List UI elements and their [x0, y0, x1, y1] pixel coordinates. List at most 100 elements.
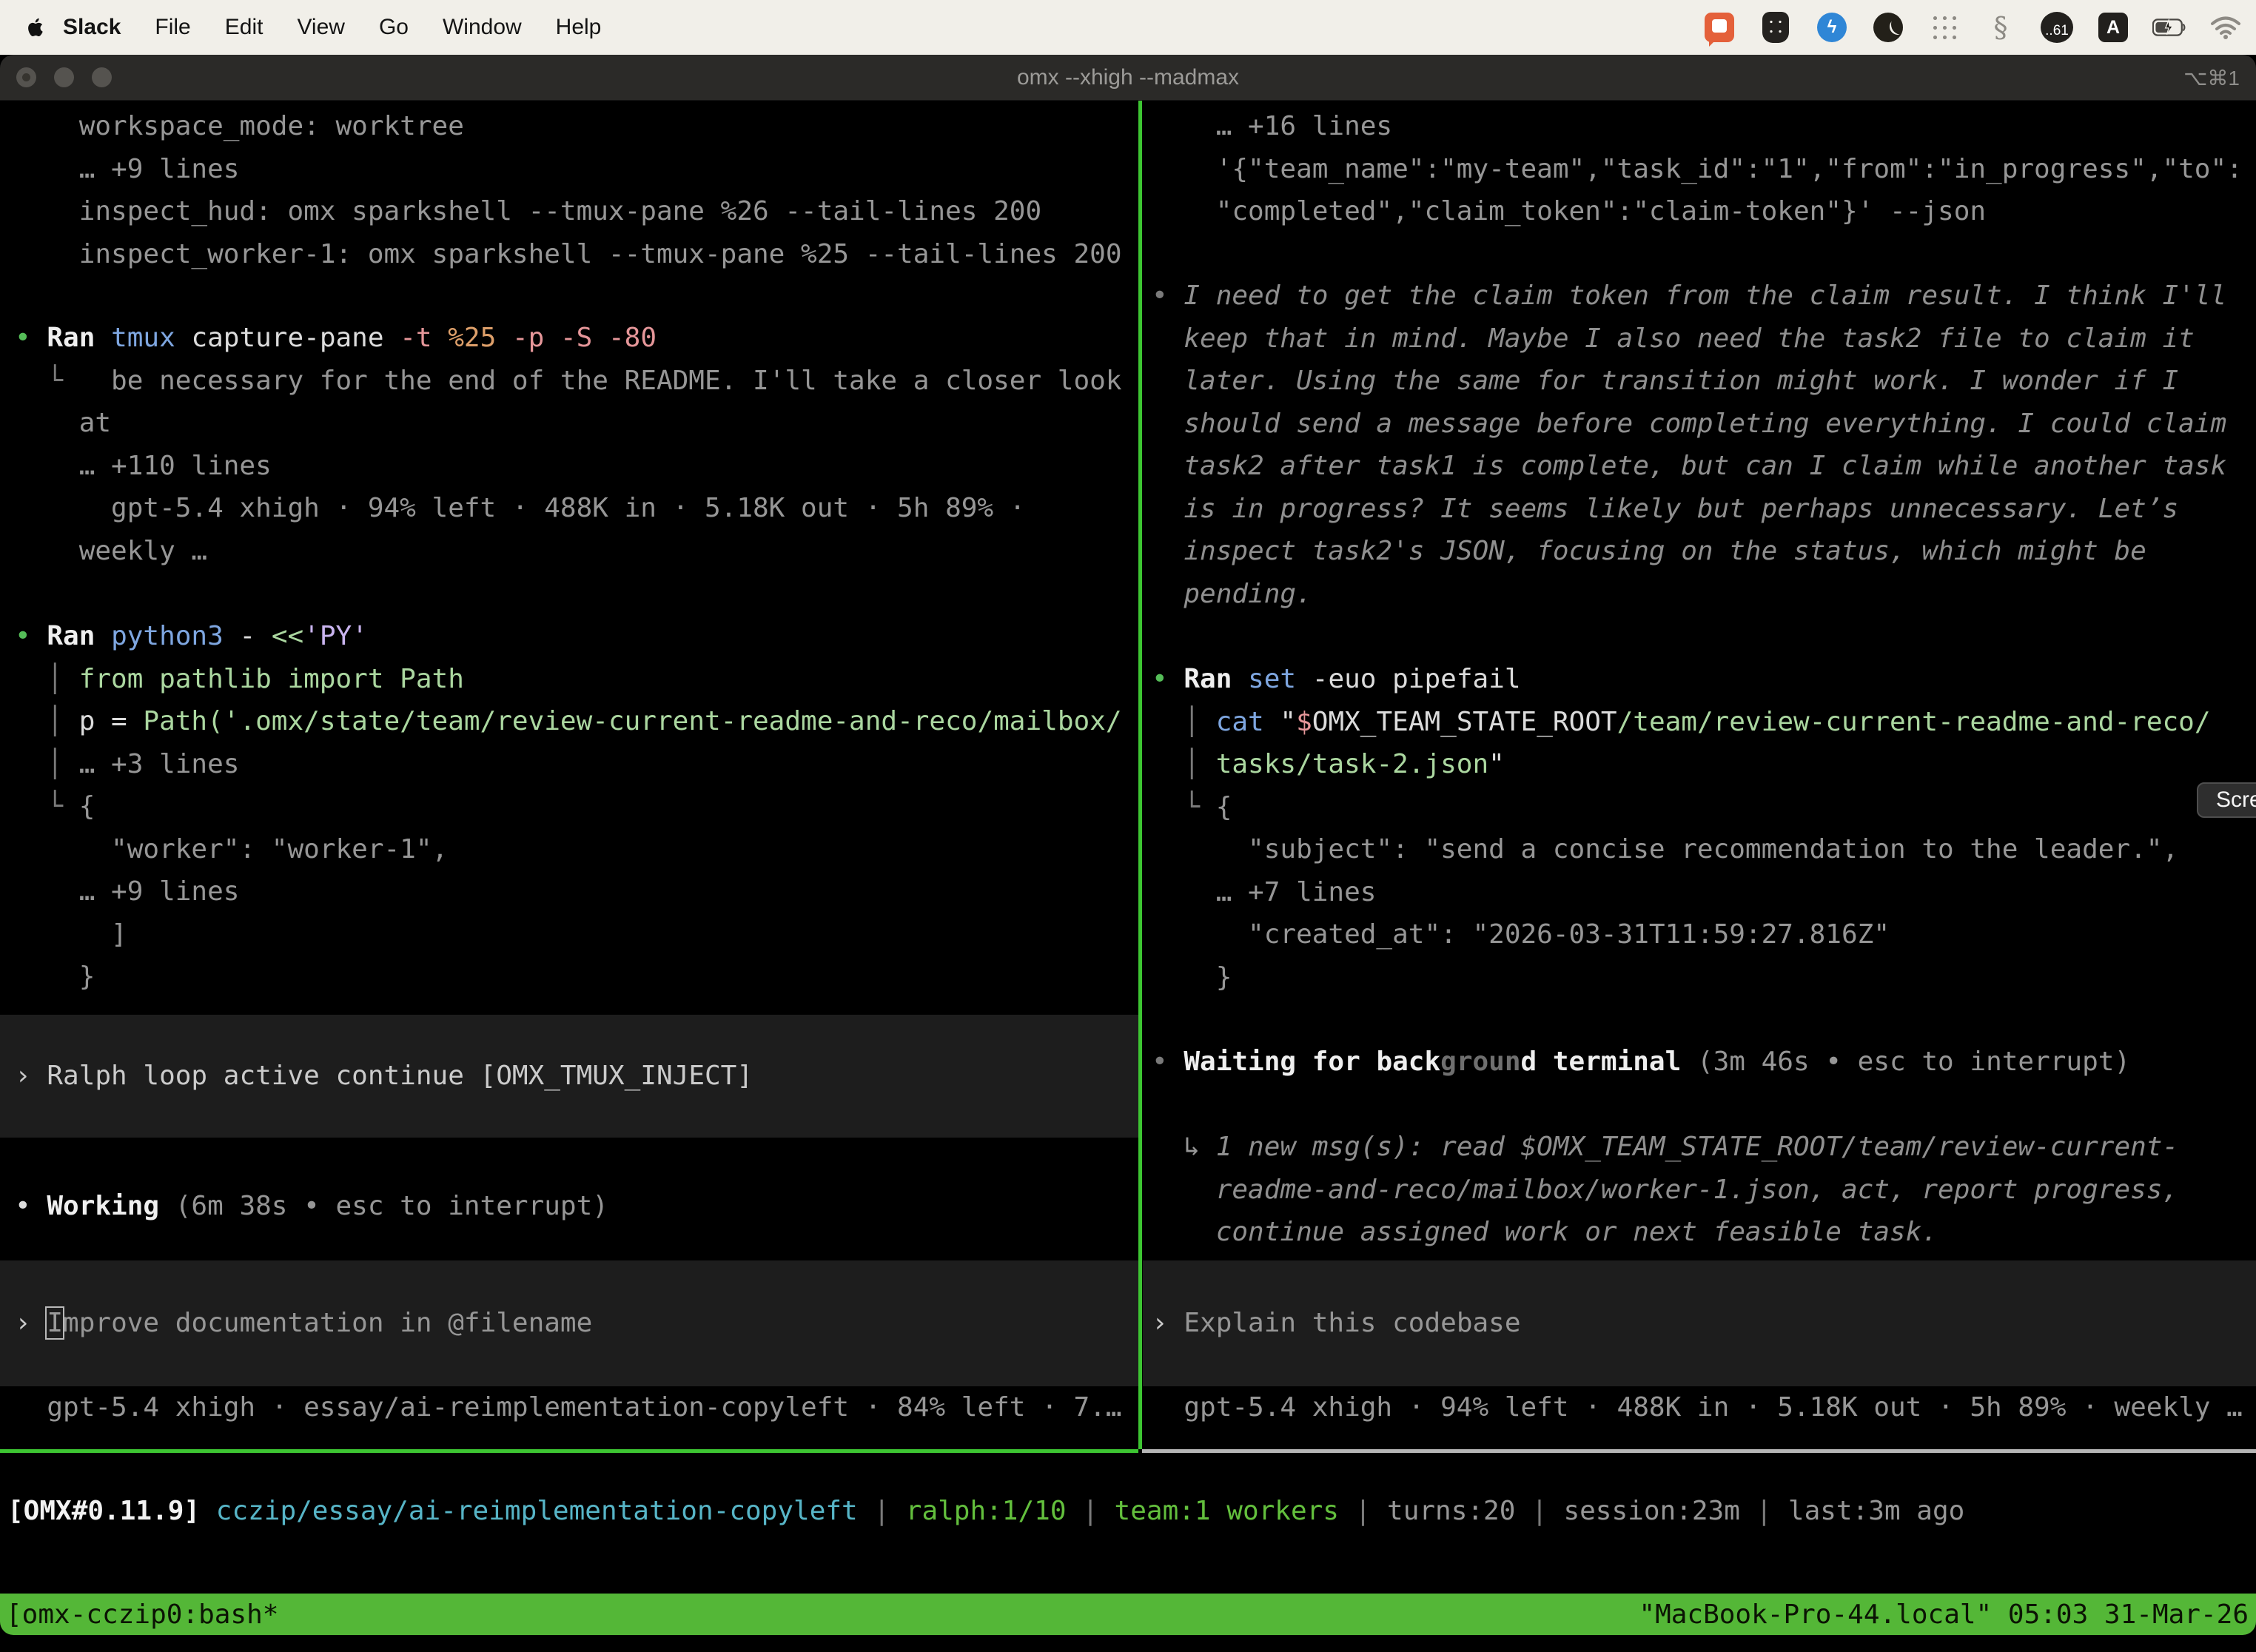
menu-item-go[interactable]: Go	[362, 0, 426, 55]
terminal-text-segment: "created_at": "2026-03-31T11:59:27.816Z"	[1152, 919, 1890, 950]
terminal-line: └ {	[0, 785, 1138, 828]
apple-menu-icon[interactable]	[27, 16, 46, 38]
screenshot-tooltip: Scre	[2197, 782, 2256, 818]
window-title: omx --xhigh --madmax	[0, 55, 2256, 101]
terminal-text-segment: readme-and-reco/mailbox/worker-1.json, a…	[1152, 1175, 2178, 1205]
terminal-text-segment: (3m 46s • esc to interrupt)	[1697, 1047, 2130, 1077]
tmux-status-bar: [omx-cczip0:bash* "MacBook-Pro-44.local"…	[0, 1594, 2256, 1635]
terminal-text-segment: tasks/task-2.json	[1216, 749, 1488, 779]
terminal-text-segment: Waiting for back	[1184, 1047, 1440, 1077]
terminal-text-segment: ›	[15, 1061, 47, 1091]
terminal-text-segment: OMX_TEAM_STATE_ROOT	[1312, 707, 1617, 737]
terminal-line: inspect_hud: omx sparkshell --tmux-pane …	[0, 190, 1138, 233]
menu-item-view[interactable]: View	[280, 0, 361, 55]
terminal-line: • Waiting for background terminal (3m 46…	[1143, 1041, 2256, 1084]
terminal-text-segment: }	[1152, 962, 1232, 993]
terminal-text-segment: 'PY'	[303, 621, 368, 651]
terminal-text-segment: should send a message before completing …	[1152, 409, 2226, 439]
menu-item-edit[interactable]: Edit	[208, 0, 281, 55]
menu-item-window[interactable]: Window	[426, 0, 539, 55]
terminal-text-segment: gpt-5.4 xhigh · 94% left · 488K in · 5.1…	[1152, 1392, 2243, 1423]
terminal-line: │ … +3 lines	[0, 743, 1138, 786]
output-block: • Ran tmux capture-pane -t %25 -p -S -80…	[0, 317, 1138, 572]
terminal-text-segment: -euo pipefail	[1312, 664, 1521, 694]
input-band[interactable]: › Improve documentation in @filename	[0, 1260, 1138, 1386]
terminal-line: }	[1143, 956, 2256, 999]
terminal-line: keep that in mind. Maybe I also need the…	[1143, 318, 2256, 360]
terminal-line: at	[0, 402, 1138, 445]
terminal-text-segment: keep that in mind. Maybe I also need the…	[1152, 323, 2195, 354]
wifi-icon[interactable]	[2209, 10, 2243, 44]
menu-item-help[interactable]: Help	[539, 0, 619, 55]
terminal-text-segment: Explain this codebase	[1184, 1308, 1520, 1338]
terminal-text-segment: •	[1152, 1047, 1184, 1077]
tmux-host-clock-label: "MacBook-Pro-44.local" 05:03 31-Mar-26	[1639, 1599, 2250, 1630]
terminal-text-segment: Ran	[1184, 664, 1248, 694]
terminal-text-segment: groun	[1440, 1047, 1520, 1077]
terminal-line: gpt-5.4 xhigh · 94% left · 488K in · 5.1…	[1143, 1386, 2256, 1429]
terminal-text-segment: … +7 lines	[1152, 877, 1376, 907]
terminal-line: pending.	[1143, 573, 2256, 616]
terminal-line: "subject": "send a concise recommendatio…	[1143, 828, 2256, 871]
terminal-text-segment: •	[15, 323, 47, 353]
tmux-session-label[interactable]: [omx-cczip0:bash*	[6, 1599, 278, 1630]
terminal-text-segment: │	[1152, 749, 1216, 779]
terminal-text-segment: %25	[448, 323, 512, 353]
terminal-text-segment: "worker": "worker-1",	[15, 834, 448, 864]
terminal-text-segment: Path('.omx/state/team/review-current-rea…	[143, 706, 1121, 736]
hud-segment: |	[1531, 1496, 1563, 1526]
terminal-line: └ be necessary for the end of the README…	[0, 360, 1138, 403]
terminal-text-segment: inspect_hud: omx sparkshell --tmux-pane …	[15, 196, 1041, 226]
dots-grid-icon[interactable]	[1927, 10, 1961, 44]
terminal-text-segment: -p	[512, 323, 560, 353]
window-titlebar[interactable]: omx --xhigh --madmax ⌥⌘1	[0, 55, 2256, 101]
terminal-text-segment: •	[15, 1191, 47, 1221]
input-band[interactable]: › Explain this codebase	[1143, 1260, 2256, 1386]
terminal-text-segment: •	[1152, 664, 1184, 694]
terminal-text-segment: '{"team_name":"my-team","task_id":"1","f…	[1152, 154, 2243, 184]
battery-charging-icon[interactable]	[2152, 10, 2186, 44]
chat-app-icon[interactable]	[1702, 10, 1736, 44]
terminal-text-segment: │	[15, 706, 79, 736]
terminal-line: should send a message before completing …	[1143, 403, 2256, 446]
dark-crescent-icon[interactable]	[1871, 10, 1905, 44]
terminal-text-segment: python3	[111, 621, 239, 651]
squiggle-icon[interactable]: §	[1984, 10, 2018, 44]
menu-item-file[interactable]: File	[138, 0, 207, 55]
terminal-line: › Explain this codebase	[1143, 1302, 2256, 1345]
terminal-text-segment: cat	[1216, 707, 1280, 737]
input-band[interactable]: › Ralph loop active continue [OMX_TMUX_I…	[0, 1015, 1138, 1138]
output-block: • Ran set -euo pipefail │ cat "$OMX_TEAM…	[1143, 658, 2256, 998]
badge-61-icon[interactable]: ..61	[2040, 10, 2074, 44]
terminal-text-segment: inspect task2's JSON, focusing on the st…	[1152, 536, 2146, 566]
terminal-text-segment: d terminal	[1521, 1047, 1697, 1077]
terminal-text-segment: •	[1152, 281, 1184, 311]
terminal-line: │ cat "$OMX_TEAM_STATE_ROOT/team/review-…	[1143, 701, 2256, 744]
hud-segment: turns:20	[1387, 1496, 1531, 1526]
window-shortcut-label: ⌥⌘1	[2183, 55, 2240, 101]
terminal-text-segment: … +3 lines	[79, 749, 240, 779]
pane-divider-vertical[interactable]	[1138, 101, 1142, 1449]
input-source-a-icon[interactable]: A	[2096, 10, 2130, 44]
menu-bar: Slack File Edit View Go Window Help ϟ § …	[0, 0, 2256, 55]
terminal-text-segment: tmux	[111, 323, 191, 353]
tmux-pane-right[interactable]: … +16 lines '{"team_name":"my-team","tas…	[1143, 101, 2256, 1449]
terminal-window: omx --xhigh --madmax ⌥⌘1 workspace_mode:…	[0, 55, 2256, 1635]
terminal-line: gpt-5.4 xhigh · essay/ai-reimplementatio…	[0, 1386, 1138, 1429]
tmux-pane-left[interactable]: workspace_mode: worktree … +9 lines insp…	[0, 101, 1138, 1449]
desktop: Slack File Edit View Go Window Help ϟ § …	[0, 0, 2256, 1652]
terminal-text-segment: … +9 lines	[15, 876, 239, 907]
menu-item-slack[interactable]: Slack	[46, 0, 138, 55]
terminal-text-segment: (6m 38s • esc to interrupt)	[175, 1191, 608, 1221]
terminal-text-segment: ›	[15, 1308, 47, 1338]
terminal-text-segment: "completed","claim_token":"claim-token"}…	[1152, 196, 1986, 226]
terminal-text-segment: Working	[47, 1191, 175, 1221]
terminal-line: "worker": "worker-1",	[0, 828, 1138, 871]
pane-border-bottom-right	[1142, 1449, 2256, 1453]
output-block: • Working (6m 38s • esc to interrupt)	[0, 1185, 1138, 1228]
terminal-line: continue assigned work or next feasible …	[1143, 1211, 2256, 1254]
hud-segment: [OMX#0.11.9]	[7, 1496, 216, 1526]
blue-bolt-icon[interactable]: ϟ	[1815, 10, 1849, 44]
shield-grid-icon[interactable]	[1759, 10, 1793, 44]
terminal-line: is in progress? It seems likely but perh…	[1143, 488, 2256, 531]
